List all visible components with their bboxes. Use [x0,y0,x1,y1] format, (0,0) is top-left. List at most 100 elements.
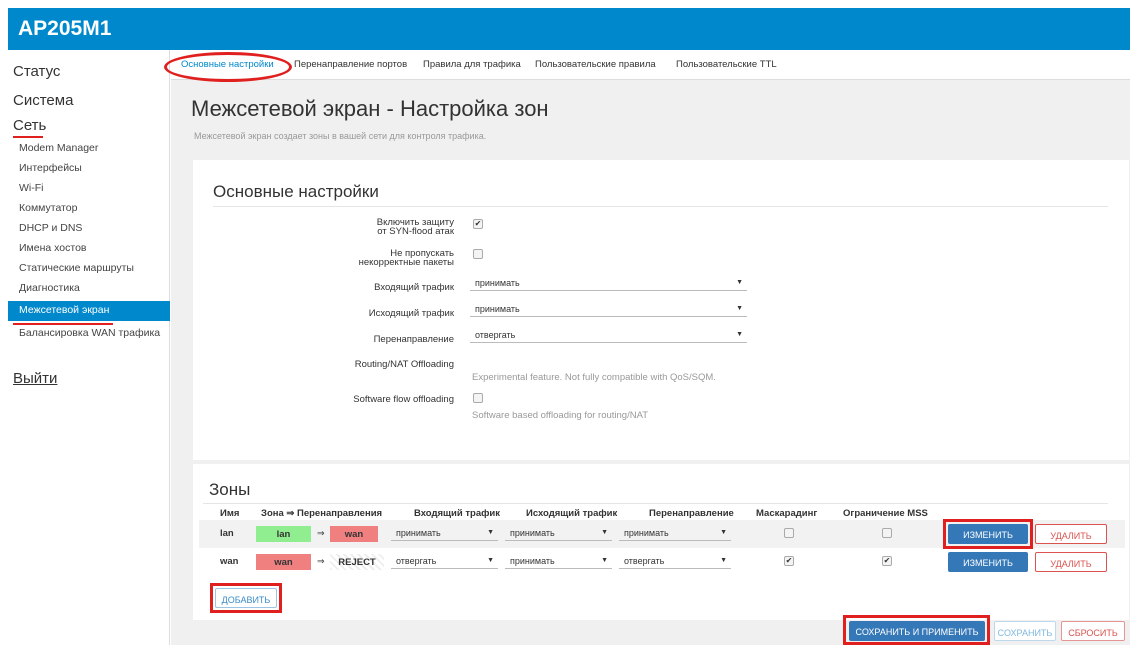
chevron-down-icon: ▼ [487,557,494,564]
arrow-icon: ⇒ [317,556,325,566]
check-icon: ✔ [883,556,891,565]
zone-name: lan [220,528,234,539]
delete-button[interactable]: УДАЛИТЬ [1035,524,1107,544]
divider [213,206,1108,207]
chevron-down-icon: ▼ [601,529,608,536]
sidebar-item-system[interactable]: Система [13,92,73,109]
sidebar-item-wan-balancing[interactable]: Балансировка WAN трафика [13,324,170,344]
input-traffic-label: Входящий трафик [374,282,454,293]
nat-offloading-label: Routing/NAT Offloading [354,359,454,370]
col-zone-forward: Зона ⇒ Перенаправления [261,508,383,519]
input-traffic-value: принимать [475,278,520,288]
col-name: Имя [220,508,240,519]
check-icon: ✔ [785,556,793,565]
sidebar-item-network[interactable]: Сеть [13,117,46,134]
sidebar-item-modem-manager[interactable]: Modem Manager [13,139,170,159]
col-masquerading: Маскарадинг [756,508,818,519]
drop-invalid-checkbox[interactable] [473,249,483,259]
chevron-down-icon: ▼ [736,305,743,312]
output-traffic-select[interactable]: принимать ▼ [470,302,747,317]
software-offloading-hint: Software based offloading for routing/NA… [472,410,649,421]
software-offloading-label: Software flow offloading [353,394,454,405]
input-select[interactable]: принимать ▼ [391,526,498,541]
sidebar-item-diagnostics[interactable]: Диагностика [13,279,170,299]
chevron-down-icon: ▼ [487,529,494,536]
chevron-down-icon: ▼ [720,529,727,536]
syn-flood-label-line-2: от SYN-flood атак [377,226,454,237]
save-apply-highlight-annotation [843,615,990,645]
tab-highlight-annotation [164,52,292,82]
general-settings-panel: Основные настройки Включить защиту от SY… [193,160,1129,460]
tab-bar: Основные настройки Перенаправление порто… [164,50,1130,82]
col-input: Входящий трафик [414,508,501,519]
chevron-down-icon: ▼ [736,279,743,286]
page-description: Межсетевой экран создает зоны в вашей се… [194,131,487,141]
check-icon: ✔ [474,219,482,228]
page-title: Межсетевой экран - Настройка зон [191,96,549,121]
zones-table-header: Имя Зона ⇒ Перенаправления Входящий траф… [193,500,1129,520]
input-select[interactable]: отвергать ▼ [391,554,498,569]
forward-select-value: отвергать [624,556,665,566]
output-select[interactable]: принимать ▼ [505,526,612,541]
top-bar: AP205M1 [8,8,1130,50]
forward-badge: wan [330,526,378,542]
zone-name: wan [220,556,239,567]
drop-invalid-label-line-2: некорректные пакеты [358,257,454,268]
save-button[interactable]: СОХРАНИТЬ [994,621,1056,641]
forward-label: Перенаправление [373,334,454,345]
software-offloading-checkbox[interactable] [473,393,483,403]
delete-button[interactable]: УДАЛИТЬ [1035,552,1107,572]
table-row: wan wan ⇒ REJECT отвергать ▼ принимать ▼ о… [199,548,1125,576]
edit-button[interactable]: ИЗМЕНИТЬ [948,552,1028,572]
tab-port-forwarding[interactable]: Перенаправление портов [294,59,407,70]
forward-badge: REJECT [330,554,384,570]
sidebar-item-hostnames[interactable]: Имена хостов [13,239,170,259]
input-traffic-select[interactable]: принимать ▼ [470,276,747,291]
edit-highlight-annotation [943,519,1033,549]
zones-title: Зоны [209,480,251,499]
output-traffic-value: принимать [475,304,520,314]
mss-checkbox[interactable]: ✔ [882,556,892,566]
forward-select-value: принимать [624,528,669,538]
sidebar-item-switch[interactable]: Коммутатор [13,199,170,219]
masquerading-checkbox[interactable] [784,528,794,538]
chevron-down-icon: ▼ [601,557,608,564]
col-output: Исходящий трафик [526,508,618,519]
sidebar-item-dhcp-dns[interactable]: DHCP и DNS [13,219,170,239]
general-settings-title: Основные настройки [213,182,379,201]
masquerading-checkbox[interactable]: ✔ [784,556,794,566]
forward-select[interactable]: принимать ▼ [619,526,731,541]
network-underline-annotation [13,136,43,138]
col-forward: Перенаправление [649,508,734,519]
sidebar-item-wifi[interactable]: Wi-Fi [13,179,170,199]
tab-traffic-rules[interactable]: Правила для трафика [423,59,521,70]
forward-value: отвергать [475,330,516,340]
mss-checkbox[interactable] [882,528,892,538]
tab-custom-ttl[interactable]: Пользовательские TTL [676,59,777,70]
sidebar-item-static-routes[interactable]: Статические маршруты [13,259,170,279]
output-select-value: принимать [510,556,555,566]
zones-panel: Зоны Имя Зона ⇒ Перенаправления Входящий… [193,464,1129,620]
logout-link[interactable]: Выйти [13,370,57,387]
syn-flood-checkbox[interactable]: ✔ [473,219,483,229]
chevron-down-icon: ▼ [736,331,743,338]
sidebar: Статус Система Сеть Modem Manager Интерф… [8,50,170,645]
syn-flood-label: Включить защиту от SYN-flood атак [204,218,454,237]
input-select-value: принимать [396,528,441,538]
tab-custom-rules[interactable]: Пользовательские правила [535,59,656,70]
zone-badge: wan [256,554,311,570]
sidebar-item-status[interactable]: Статус [13,63,60,80]
zone-badge: lan [256,526,311,542]
chevron-down-icon: ▼ [720,557,727,564]
main-content: Основные настройки Перенаправление порто… [164,50,1130,645]
output-select[interactable]: принимать ▼ [505,554,612,569]
reset-button[interactable]: СБРОСИТЬ [1061,621,1125,641]
output-select-value: принимать [510,528,555,538]
app-title[interactable]: AP205M1 [18,17,111,41]
sidebar-item-interfaces[interactable]: Интерфейсы [13,159,170,179]
sidebar-item-firewall[interactable]: Межсетевой экран [8,301,170,321]
arrow-icon: ⇒ [317,528,325,538]
forward-select[interactable]: отвергать ▼ [619,554,731,569]
table-row: lan lan ⇒ wan принимать ▼ принимать ▼ прин… [199,519,1125,549]
forward-select[interactable]: отвергать ▼ [470,328,747,343]
